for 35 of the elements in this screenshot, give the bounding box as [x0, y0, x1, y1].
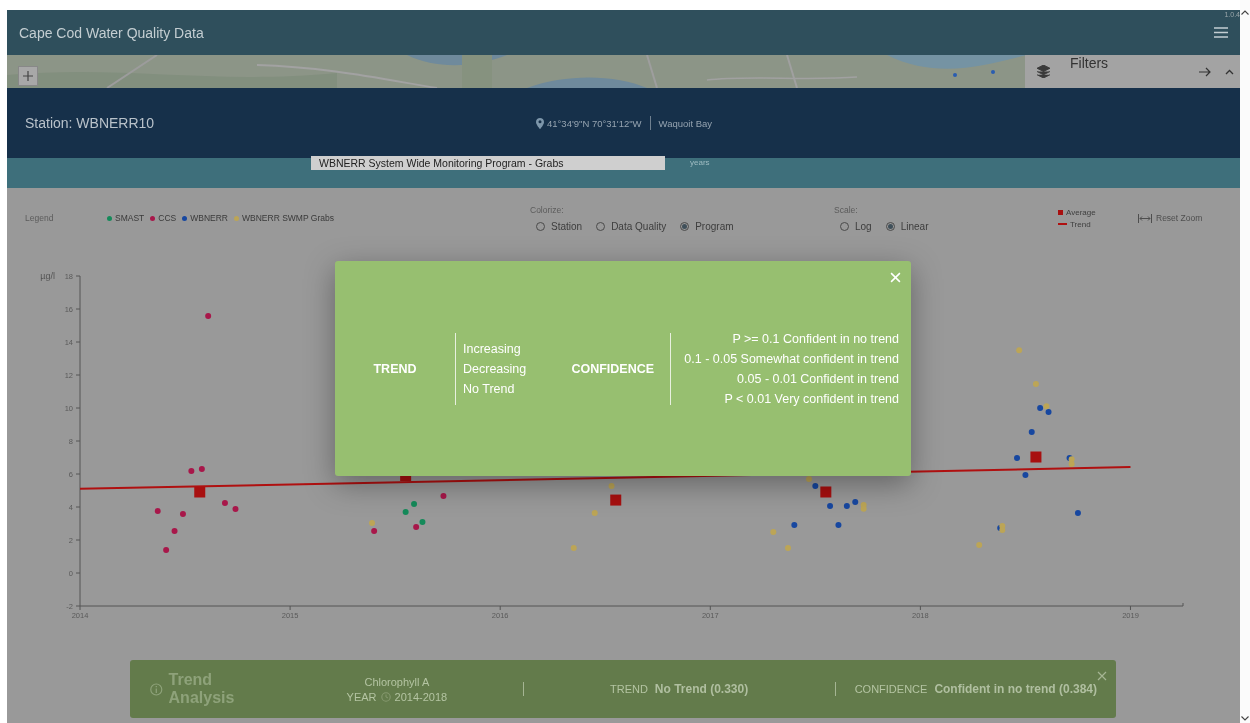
field-note: years	[690, 158, 710, 167]
location-name: Waquoit Bay	[658, 117, 713, 129]
period-range: 2014-2018	[394, 690, 448, 703]
period-label: YEAR	[346, 690, 377, 703]
legend-text: WBNERR	[190, 213, 228, 223]
key-label: Average	[1066, 207, 1096, 217]
radio-label: Data Quality	[611, 220, 667, 232]
station-name: Station: WBNERR10	[25, 115, 156, 131]
radio-label: Station	[551, 220, 583, 232]
legend-text: WBNERR SWMP Grabs	[242, 213, 334, 223]
radio-label: Program	[695, 220, 734, 232]
trend-option: Decreasing	[463, 361, 527, 376]
trend-heading: TREND	[372, 361, 418, 376]
radio-label: Log	[855, 220, 872, 232]
confidence-value: Confident in no trend (0.384)	[934, 682, 1098, 696]
trend-option: No Trend	[463, 381, 515, 396]
legend-text: SMAST	[115, 213, 145, 223]
group-label: Colorize:	[530, 204, 565, 215]
confidence-option: P < 0.01 Very confident in trend	[724, 391, 899, 406]
parameter-name: Chlorophyll A	[364, 675, 430, 688]
confidence-option: P >= 0.1 Confident in no trend	[732, 331, 899, 346]
trend-option: Increasing	[463, 341, 521, 356]
trend-value: No Trend (0.330)	[654, 682, 749, 696]
legend-text: CCS	[158, 213, 177, 223]
confidence-option: 0.05 - 0.01 Confident in trend	[737, 371, 899, 386]
y-axis-label: µg/l	[40, 271, 55, 281]
app-title: Cape Cod Water Quality Data	[19, 24, 204, 41]
confidence-label: CONFIDENCE	[854, 683, 928, 695]
confidence-heading: CONFIDENCE	[570, 361, 656, 376]
radio-label: Linear	[900, 220, 929, 232]
key-label: Trend	[1070, 219, 1091, 229]
coordinates: 41°34'9"N 70°31'12"W	[547, 117, 642, 129]
filters-title: Filters	[1070, 55, 1110, 71]
trend-label: TREND	[609, 683, 648, 695]
confidence-option: 0.1 - 0.05 Somewhat confident in trend	[684, 351, 899, 366]
